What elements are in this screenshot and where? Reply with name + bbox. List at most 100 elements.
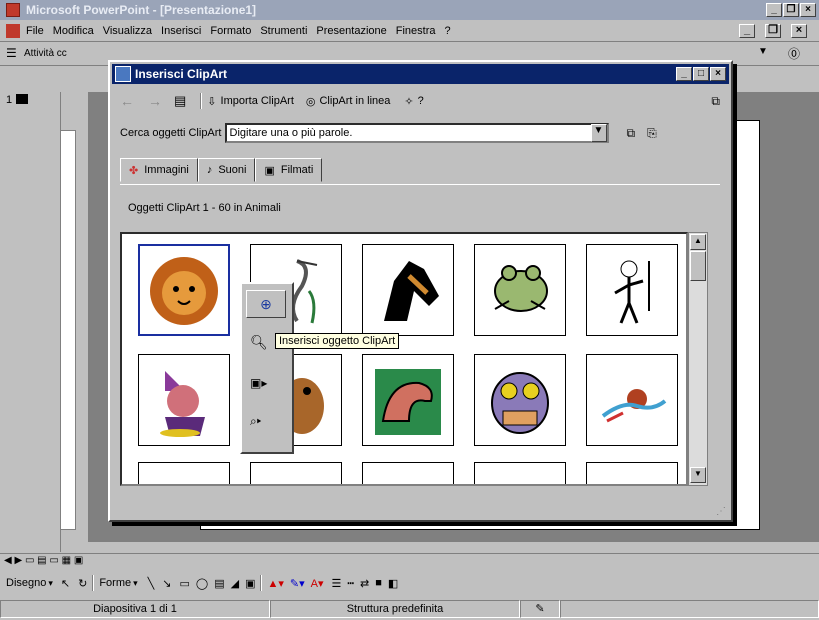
wordart-icon[interactable]: ◢	[231, 577, 239, 590]
doc-minimize-button[interactable]: _	[739, 23, 755, 38]
dialog-minimize-button[interactable]: _	[676, 67, 692, 81]
dialog-restore-button[interactable]: □	[693, 67, 709, 81]
menu-modifica[interactable]: Modifica	[53, 25, 94, 37]
tab-suoni[interactable]: ♪ Suoni	[197, 158, 256, 182]
film-icon: ▣	[264, 164, 275, 177]
preview-clip-icon[interactable]: 🔍︎	[250, 334, 268, 351]
scroll-down-icon[interactable]: ▼	[690, 467, 706, 483]
dialog-title-bar[interactable]: Inserisci ClipArt _ □ ×	[112, 64, 729, 84]
forme-menu[interactable]: Forme	[99, 577, 131, 589]
image-icon: ✤	[129, 164, 139, 177]
drawing-toolbar: Disegno ▾ ↖ ↻ Forme ▾ ╲ ↘ ▭ ◯ ▤ ◢ ▣ ▲▾ ✎…	[0, 571, 819, 595]
copy-icon[interactable]: ⧉	[627, 126, 636, 141]
grid-scrollbar[interactable]: ▲ ▼	[688, 232, 708, 486]
status-slide: Diapositiva 1 di 1	[0, 599, 270, 618]
dash-style-icon[interactable]: ┅	[347, 577, 354, 590]
clipart-popup-menu: ⊕ 🔍︎ ▣▸ ⌕▸	[240, 282, 294, 454]
menu-file[interactable]: File	[26, 25, 44, 37]
clipart-dialog: Inserisci ClipArt _ □ × ← → ▤ ⇩ Importa C…	[108, 60, 733, 522]
search-dropdown-button[interactable]: ▼	[590, 124, 607, 142]
restore-button[interactable]: ❐	[783, 3, 799, 17]
paste-icon[interactable]: ⎘	[647, 126, 657, 141]
help-question-icon: ✧	[404, 95, 414, 108]
textbox-icon[interactable]: ▤	[214, 577, 224, 590]
spelling-icon[interactable]: ✎	[520, 599, 560, 618]
tab-filmati[interactable]: ▣ Filmati	[255, 158, 323, 182]
clipart-hunter[interactable]	[586, 244, 678, 336]
back-icon[interactable]: ←	[120, 93, 134, 109]
menu-presentazione[interactable]: Presentazione	[316, 25, 386, 37]
clipart-bird[interactable]	[586, 354, 678, 446]
insert-clip-icon[interactable]: ⊕	[246, 290, 286, 318]
rotate-icon[interactable]: ↻	[78, 577, 87, 590]
clipart-lion[interactable]	[138, 244, 230, 336]
change-to-small-window-icon[interactable]: ⧉	[711, 94, 720, 109]
help-icon[interactable]: ⓪	[788, 45, 800, 62]
view-buttons-bar: ◀ ▶ ▭ ▤ ▭ ▦ ▣	[0, 553, 819, 569]
doc-close-button[interactable]: ×	[791, 23, 807, 38]
clipart-ram[interactable]	[138, 462, 230, 484]
help-button[interactable]: ✧?	[404, 95, 423, 108]
app-title-bar: Microsoft PowerPoint - [Presentazione1] …	[0, 0, 819, 20]
menu-inserisci[interactable]: Inserisci	[161, 25, 201, 37]
3d-icon[interactable]: ◧	[388, 577, 398, 590]
oval-icon[interactable]: ◯	[196, 577, 208, 590]
add-to-category-icon[interactable]: ▣▸	[250, 376, 267, 390]
rectangle-icon[interactable]: ▭	[179, 577, 189, 590]
font-color-icon[interactable]: A▾	[311, 577, 324, 590]
find-similar-icon[interactable]: ⌕▸	[250, 414, 261, 429]
line-style-icon[interactable]: ☰	[332, 577, 342, 590]
disegno-dropdown-icon[interactable]: ▾	[48, 578, 53, 589]
resize-grip-icon[interactable]: ⋰	[716, 506, 726, 517]
scroll-thumb[interactable]	[690, 251, 706, 281]
tab-immagini[interactable]: ✤ Immagini	[120, 158, 198, 182]
clipart-icon[interactable]: ▣	[245, 577, 255, 590]
fill-color-icon[interactable]: ▲▾	[267, 577, 283, 590]
menu-bar: File Modifica Visualizza Inserisci Forma…	[0, 20, 819, 42]
search-input[interactable]: Digitare una o più parole.	[224, 123, 609, 143]
menu-visualizza[interactable]: Visualizza	[103, 25, 152, 37]
clipart-frog[interactable]	[474, 244, 566, 336]
shadow-icon[interactable]: ■	[375, 577, 382, 589]
forme-dropdown-icon[interactable]: ▾	[133, 578, 138, 589]
close-button[interactable]: ×	[800, 3, 816, 17]
clipart-owl[interactable]	[474, 354, 566, 446]
menu-formato[interactable]: Formato	[210, 25, 251, 37]
dropdown-arrow-icon[interactable]: ▼	[758, 46, 768, 57]
arrow-style-icon[interactable]: ⇄	[360, 577, 369, 590]
clipart-gnome[interactable]	[138, 354, 230, 446]
arrow-icon[interactable]: ↘	[162, 577, 171, 590]
clipart-horse[interactable]	[362, 244, 454, 336]
clipart-online-button[interactable]: ◎ ClipArt in linea	[306, 95, 391, 108]
disegno-menu[interactable]: Disegno	[6, 577, 46, 589]
clipart-dinosaur[interactable]	[362, 354, 454, 446]
import-clipart-button[interactable]: ⇩ Importa ClipArt	[207, 95, 294, 108]
slides-panel: 1	[0, 92, 58, 542]
status-design: Struttura predefinita	[270, 599, 520, 618]
clipart-grid	[120, 232, 688, 486]
document-icon[interactable]	[6, 23, 20, 38]
select-arrow-icon[interactable]: ↖	[61, 577, 70, 590]
attivita-label[interactable]: Attività cc	[24, 48, 67, 59]
status-bar: Diapositiva 1 di 1 Struttura predefinita…	[0, 597, 819, 620]
clipart-cat[interactable]	[586, 462, 678, 484]
forward-icon[interactable]: →	[148, 93, 162, 109]
slide-thumb-icon[interactable]	[16, 94, 28, 104]
line-color-icon[interactable]: ✎▾	[290, 577, 305, 590]
minimize-button[interactable]: _	[766, 3, 782, 17]
line-icon[interactable]: ╲	[148, 577, 155, 590]
import-icon: ⇩	[207, 95, 217, 108]
doc-restore-button[interactable]: ❐	[765, 23, 781, 38]
menu-finestra[interactable]: Finestra	[396, 25, 436, 37]
scroll-up-icon[interactable]: ▲	[690, 234, 706, 250]
all-categories-icon[interactable]: ▤	[174, 93, 186, 109]
powerpoint-app-icon[interactable]	[6, 3, 20, 17]
view-normal-icon[interactable]: ◀ ▶ ▭ ▤ ▭ ▦ ▣	[4, 555, 83, 566]
dialog-close-button[interactable]: ×	[710, 67, 726, 81]
dialog-toolbar: ← → ▤ ⇩ Importa ClipArt ◎ ClipArt in linea…	[120, 90, 720, 112]
menu-help[interactable]: ?	[445, 25, 451, 37]
clipart-fish[interactable]	[474, 462, 566, 484]
clipart-cow[interactable]	[362, 462, 454, 484]
menu-strumenti[interactable]: Strumenti	[260, 25, 307, 37]
clipart-mouse[interactable]	[250, 462, 342, 484]
